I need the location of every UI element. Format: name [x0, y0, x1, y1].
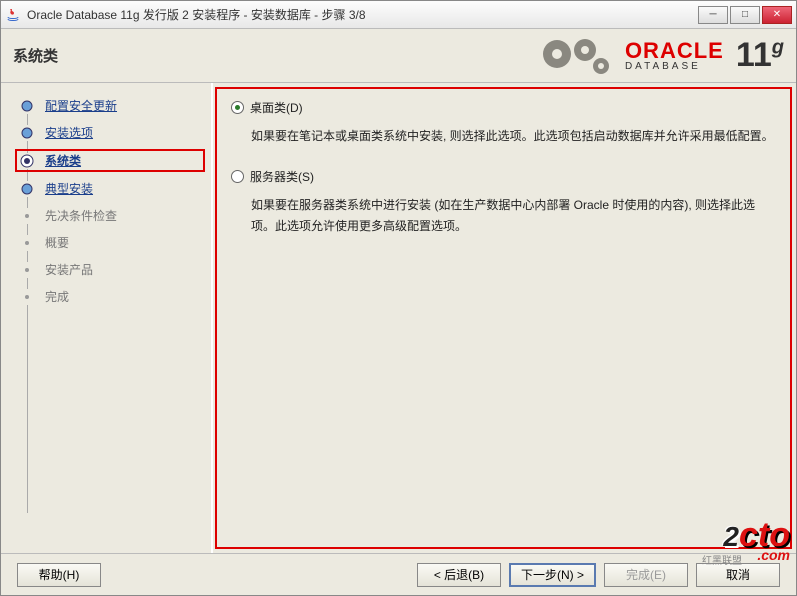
- next-button[interactable]: 下一步(N) >: [509, 563, 596, 587]
- watermark-sub: 红黑联盟: [702, 552, 742, 567]
- page-title: 系统类: [13, 45, 537, 66]
- content-panel: 桌面类(D) 如果要在笔记本或桌面类系统中安装, 则选择此选项。此选项包括启动数…: [211, 83, 796, 553]
- step-done-icon: [19, 181, 35, 197]
- footer: 帮助(H) < 后退(B) 下一步(N) > 完成(E) 取消: [1, 553, 796, 595]
- close-button[interactable]: ✕: [762, 6, 792, 24]
- radio-desktop-class[interactable]: [231, 101, 244, 114]
- option-label[interactable]: 桌面类(D): [250, 99, 303, 116]
- radio-server-class[interactable]: [231, 170, 244, 183]
- step-finish: 完成: [19, 288, 201, 305]
- installer-window: Oracle Database 11g 发行版 2 安装程序 - 安装数据库 -…: [0, 0, 797, 596]
- body: 配置安全更新 安装选项 系统类 典型安装 先决条件检查 概要: [1, 83, 796, 553]
- step-pending-icon: [19, 262, 35, 278]
- step-pending-icon: [19, 235, 35, 251]
- steps-sidebar: 配置安全更新 安装选项 系统类 典型安装 先决条件检查 概要: [1, 83, 211, 553]
- java-icon: [5, 7, 21, 23]
- step-done-icon: [19, 98, 35, 114]
- help-button[interactable]: 帮助(H): [17, 563, 101, 587]
- minimize-button[interactable]: ─: [698, 6, 728, 24]
- window-controls: ─ □ ✕: [698, 6, 792, 24]
- database-wordmark: DATABASE: [625, 62, 724, 72]
- version-logo: 11g: [736, 36, 784, 75]
- step-summary: 概要: [19, 234, 201, 251]
- step-prereq-checks: 先决条件检查: [19, 207, 201, 224]
- step-done-icon: [19, 125, 35, 141]
- titlebar[interactable]: Oracle Database 11g 发行版 2 安装程序 - 安装数据库 -…: [1, 1, 796, 29]
- window-title: Oracle Database 11g 发行版 2 安装程序 - 安装数据库 -…: [27, 6, 698, 23]
- step-install-options[interactable]: 安装选项: [19, 124, 201, 141]
- step-install-product: 安装产品: [19, 261, 201, 278]
- finish-button: 完成(E): [604, 563, 688, 587]
- oracle-wordmark: ORACLE: [625, 40, 724, 62]
- maximize-button[interactable]: □: [730, 6, 760, 24]
- option-label[interactable]: 服务器类(S): [250, 168, 314, 185]
- step-pending-icon: [19, 208, 35, 224]
- step-pending-icon: [19, 289, 35, 305]
- option-description: 如果要在服务器类系统中进行安装 (如在生产数据中心内部署 Oracle 时使用的…: [251, 195, 778, 238]
- step-typical-install[interactable]: 典型安装: [19, 180, 201, 197]
- brand-logo: ORACLE DATABASE 11g: [537, 32, 784, 79]
- header: 系统类 ORACLE DATABASE 11g: [1, 29, 796, 83]
- option-desktop-class: 桌面类(D) 如果要在笔记本或桌面类系统中安装, 则选择此选项。此选项包括启动数…: [231, 99, 778, 148]
- gears-icon: [537, 32, 617, 79]
- step-active-icon: [19, 153, 35, 169]
- step-system-class[interactable]: 系统类: [17, 151, 203, 170]
- option-description: 如果要在笔记本或桌面类系统中安装, 则选择此选项。此选项包括启动数据库并允许采用…: [251, 126, 778, 148]
- step-config-security-updates[interactable]: 配置安全更新: [19, 97, 201, 114]
- back-button[interactable]: < 后退(B): [417, 563, 501, 587]
- option-server-class: 服务器类(S) 如果要在服务器类系统中进行安装 (如在生产数据中心内部署 Ora…: [231, 168, 778, 238]
